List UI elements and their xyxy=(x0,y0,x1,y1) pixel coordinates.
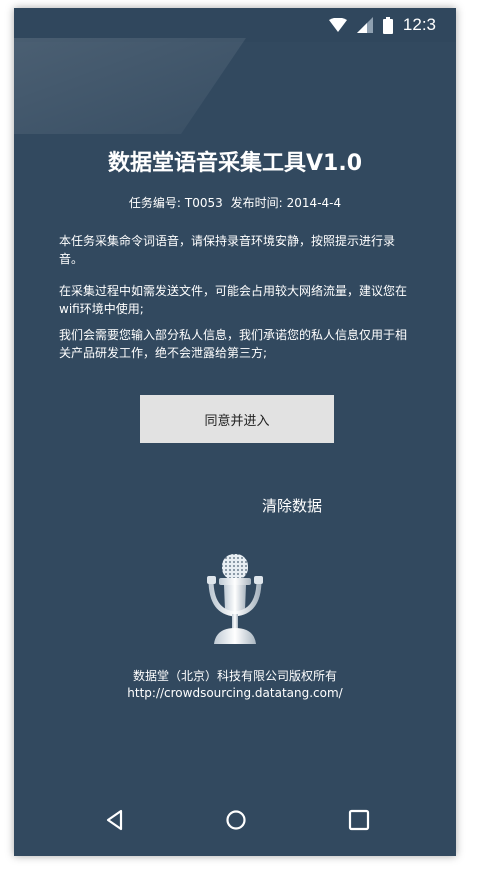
navigation-bar xyxy=(14,782,456,856)
header-glare xyxy=(14,38,246,134)
clear-data-button[interactable]: 清除数据 xyxy=(262,495,322,516)
agree-enter-button[interactable]: 同意并进入 xyxy=(140,395,334,443)
release-date-label: 发布时间: xyxy=(230,196,283,210)
recents-icon[interactable] xyxy=(346,807,372,833)
page-title: 数据堂语音采集工具V1.0 xyxy=(108,151,362,176)
home-icon[interactable] xyxy=(223,807,249,833)
task-info: 任务编号: T0053 发布时间: 2014-4-4 xyxy=(14,194,456,211)
wifi-icon xyxy=(328,18,347,32)
release-date: 2014-4-4 xyxy=(286,196,342,210)
phone-screen: 12:3 数据堂语音采集工具V1.0 任务编号: T0053 发布时间: 2014-… xyxy=(14,8,456,856)
status-bar: 12:3 xyxy=(14,8,456,42)
task-number-label: 任务编号: xyxy=(128,196,181,210)
back-icon[interactable] xyxy=(102,807,128,833)
microphone-icon xyxy=(207,554,263,644)
notice-network: 在采集过程中如需发送文件，可能会占用较大网络流量，建议您在wifi环境中使用; xyxy=(59,284,408,316)
notice-privacy: 我们会需要您输入部分私人信息，我们承诺您的私人信息仅用于相关产品研发工作，绝不会… xyxy=(59,328,408,360)
status-time: 12:3 xyxy=(402,15,436,34)
copyright-text: 数据堂（北京）科技有限公司版权所有 xyxy=(132,669,337,683)
task-number: T0053 xyxy=(184,196,223,210)
website-link[interactable]: http://crowdsourcing.datatang.com/ xyxy=(14,685,456,702)
battery-icon xyxy=(382,16,393,34)
notice-recording: 本任务采集命令词语音，请保持录音环境安静，按照提示进行录音。 xyxy=(59,234,396,266)
copyright-info: 数据堂（北京）科技有限公司版权所有 http://crowdsourcing.d… xyxy=(14,668,456,702)
signal-icon xyxy=(356,17,373,33)
status-icons: 12:3 xyxy=(328,15,436,35)
